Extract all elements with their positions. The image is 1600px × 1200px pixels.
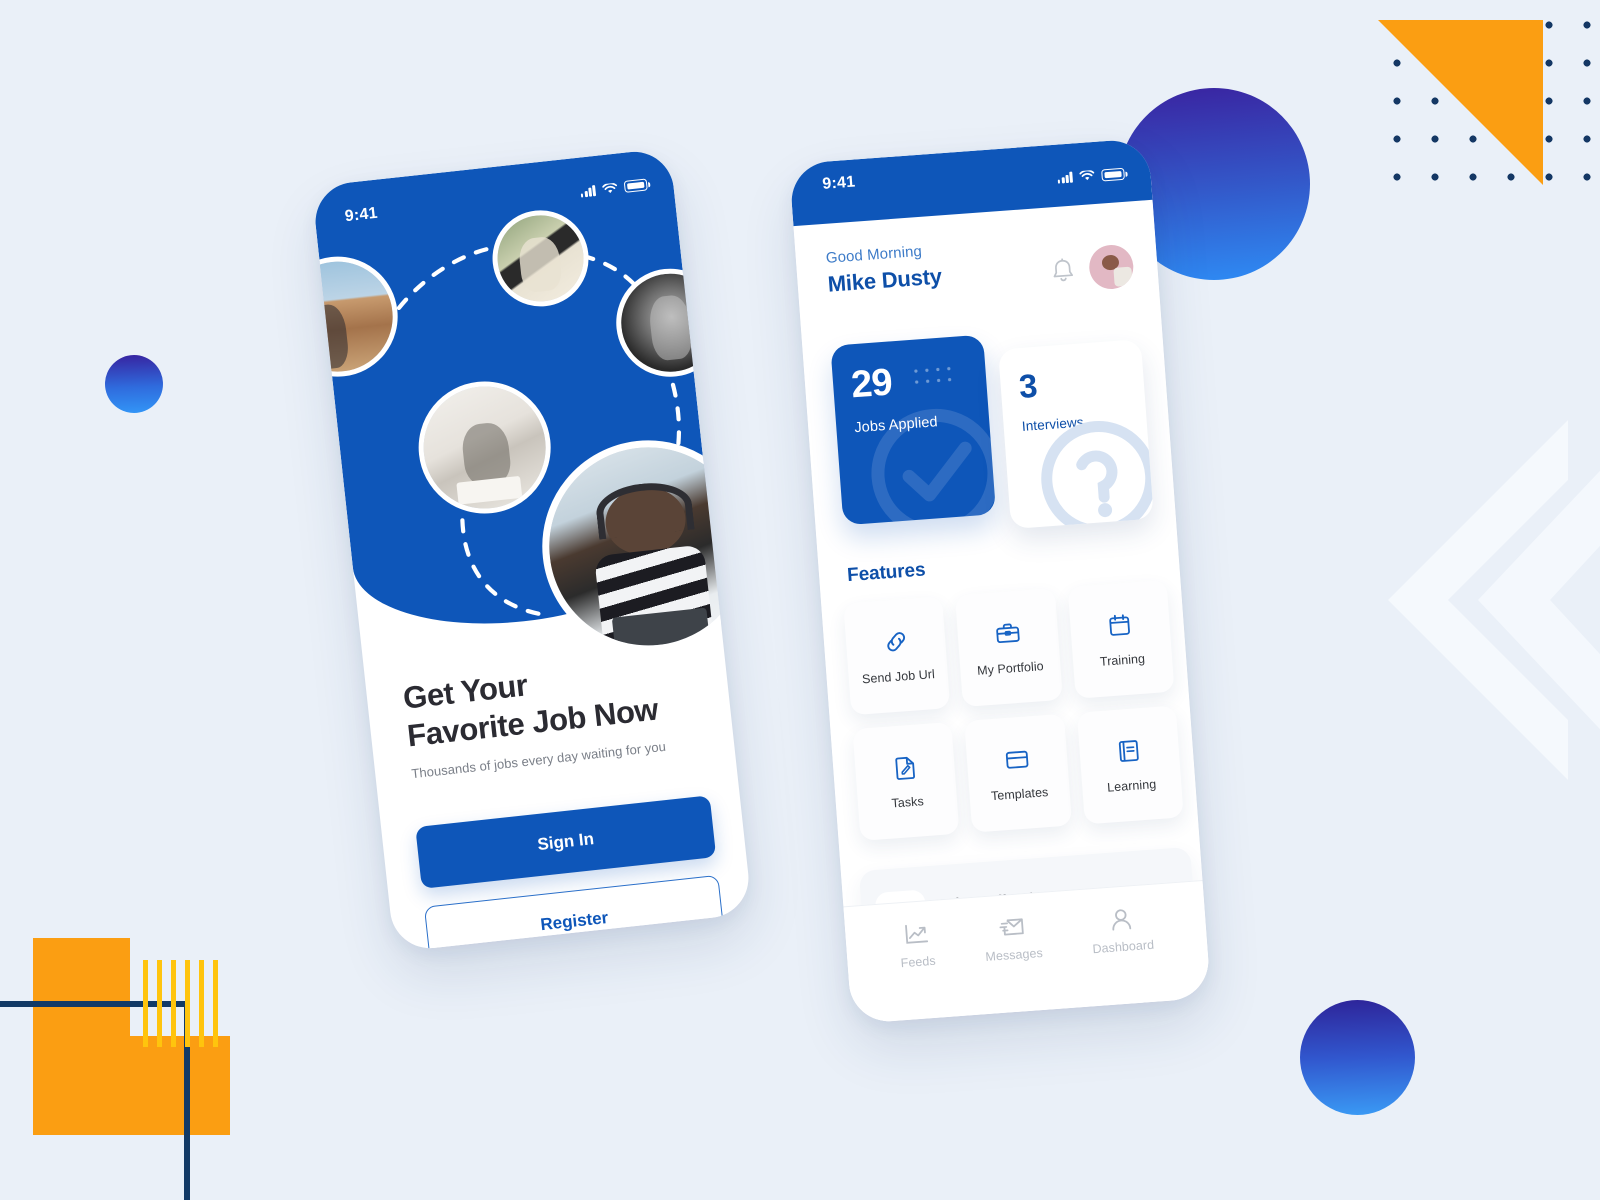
onboarding-copy: Get Your Favorite Job Now Thousands of j… <box>401 648 704 781</box>
window-template-icon <box>1005 750 1029 769</box>
feature-tile-send-job-url[interactable]: Send Job Url <box>843 596 951 716</box>
avatar-laptop <box>411 374 558 521</box>
feature-label: My Portfolio <box>976 659 1045 678</box>
stat-value: 3 <box>1017 366 1038 406</box>
tab-label: Feeds <box>900 953 937 971</box>
feature-tile-templates[interactable]: Templates <box>964 713 1072 833</box>
feature-tile-my-portfolio[interactable]: My Portfolio <box>955 588 1063 708</box>
status-bar-time: 9:41 <box>821 173 856 193</box>
dot-accent-decoration <box>910 362 954 388</box>
envelope-icon <box>999 918 1024 936</box>
feature-label: Training <box>1099 651 1146 669</box>
orange-triangle-decoration <box>1378 20 1543 185</box>
chart-trend-icon <box>904 924 928 944</box>
phone-onboarding-screen: 9:41 Get Your Favorite Job Now Thousands… <box>311 147 753 953</box>
person-icon <box>1112 909 1132 931</box>
feature-label: Templates <box>990 785 1049 804</box>
header-actions <box>1049 243 1135 293</box>
status-bar-icons <box>1057 167 1125 184</box>
status-bar-time: 9:41 <box>343 204 379 226</box>
feature-label: Learning <box>1106 777 1157 795</box>
wifi-icon <box>1079 170 1095 181</box>
register-button[interactable]: Register <box>423 874 725 953</box>
sign-in-button[interactable]: Sign In <box>415 795 717 889</box>
bell-icon[interactable] <box>1049 256 1076 285</box>
avatar-headphones <box>531 429 753 664</box>
dashboard-body: Good Morning Mike Dusty 29 Jobs Applied … <box>793 199 1212 1025</box>
stat-card-interviews[interactable]: 3 Interviews <box>998 339 1154 530</box>
tab-label: Messages <box>984 945 1044 965</box>
stat-label: Jobs Applied <box>853 414 939 437</box>
feature-label: Tasks <box>891 794 925 811</box>
gradient-circle-small-left-decoration <box>105 355 163 413</box>
phone-dashboard-screen: 9:41 Good Morning Mike Dusty 29 Jobs App… <box>788 137 1212 1025</box>
tab-label: Dashboard <box>1092 937 1155 957</box>
avatar-portrait-bw <box>610 263 730 383</box>
signal-bars-icon <box>1057 171 1074 184</box>
stat-card-jobs-applied[interactable]: 29 Jobs Applied <box>830 334 997 526</box>
feature-label: Send Job Url <box>861 667 936 687</box>
status-bar-icons <box>580 178 648 198</box>
chevron-left-decoration <box>1388 420 1600 780</box>
check-circle-icon <box>871 408 997 526</box>
briefcase-icon <box>996 623 1020 644</box>
bottom-tab-bar: Feeds Messages Dashboard <box>843 879 1212 1025</box>
mockup-canvas: 9:41 Get Your Favorite Job Now Thousands… <box>0 0 1600 1200</box>
onboarding-actions: Sign In Register <box>415 795 725 953</box>
gradient-circle-small-right-decoration <box>1300 1000 1415 1115</box>
tab-dashboard[interactable]: Dashboard <box>1090 905 1155 956</box>
tab-messages[interactable]: Messages <box>983 913 1044 965</box>
greeting-block: Good Morning Mike Dusty <box>825 242 942 298</box>
avatar[interactable] <box>1087 243 1135 291</box>
feature-tile-learning[interactable]: Learning <box>1076 705 1184 825</box>
feature-tile-training[interactable]: Training <box>1067 579 1175 699</box>
battery-icon <box>1101 167 1125 181</box>
link-icon <box>886 632 905 652</box>
dashboard-header: Good Morning Mike Dusty <box>825 227 1135 309</box>
greeting-text: Good Morning <box>825 242 923 267</box>
stat-label: Interviews <box>1021 414 1085 434</box>
features-grid: Send Job Url My Portfolio Training Tasks… <box>843 579 1184 841</box>
wifi-icon <box>602 182 618 193</box>
tab-feeds[interactable]: Feeds <box>898 921 936 970</box>
book-icon <box>1119 740 1140 762</box>
yellow-stripes-decoration <box>143 960 227 1047</box>
document-edit-icon <box>895 756 915 780</box>
features-section-title: Features <box>846 559 927 587</box>
feature-tile-tasks[interactable]: Tasks <box>852 721 960 841</box>
signal-bars-icon <box>580 184 597 198</box>
calendar-icon <box>1109 614 1131 636</box>
battery-icon <box>623 178 648 193</box>
stats-row: 29 Jobs Applied 3 Interviews <box>830 323 1154 541</box>
user-name: Mike Dusty <box>826 263 943 297</box>
